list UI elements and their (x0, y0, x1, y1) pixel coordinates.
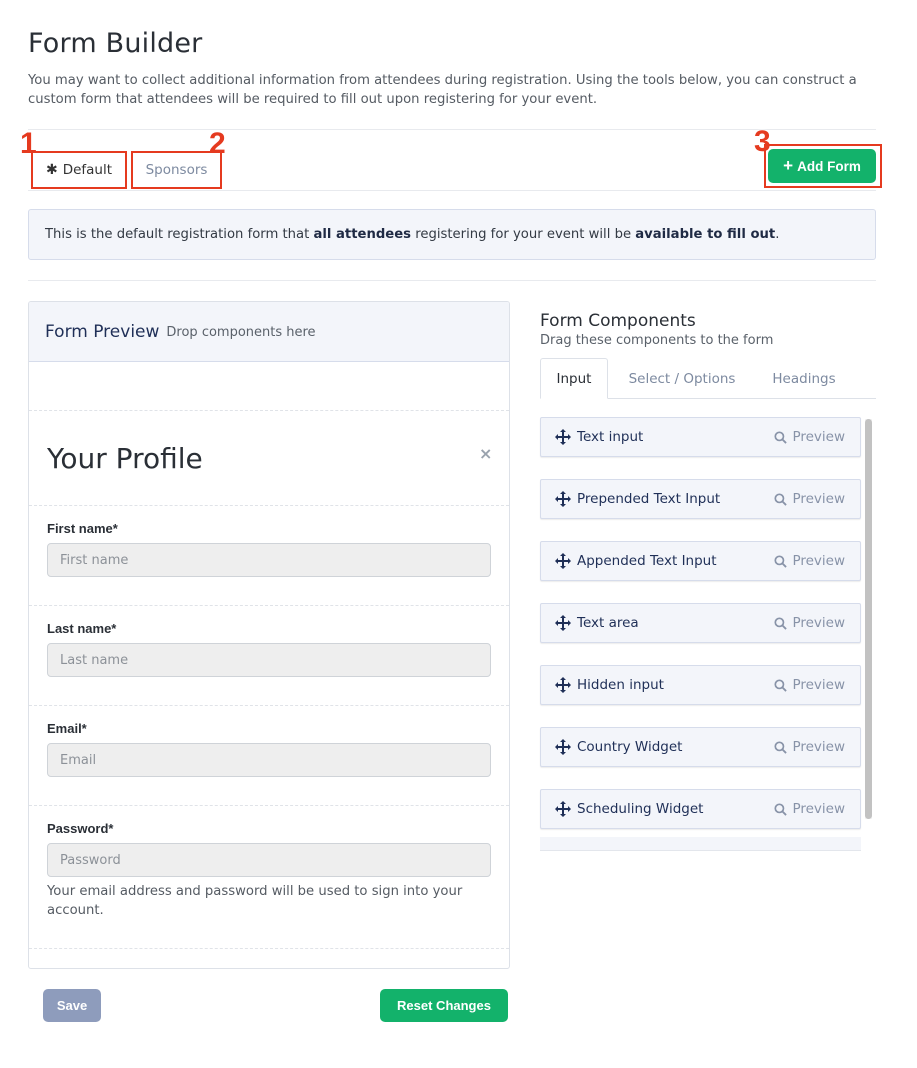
last-name-label: Last name* (47, 621, 117, 636)
component-item[interactable]: Appended Text Input Preview (540, 541, 861, 581)
first-name-label: First name* (47, 521, 118, 536)
password-input[interactable] (47, 843, 491, 877)
tab-headings[interactable]: Headings (760, 358, 848, 399)
preview-link[interactable]: Preview (774, 429, 845, 445)
component-scrollbar[interactable] (865, 419, 872, 819)
email-label: Email* (47, 721, 87, 736)
search-icon (774, 430, 788, 444)
form-components-subtitle: Drag these components to the form (540, 333, 774, 348)
info-emphasis: available to fill out (635, 227, 776, 242)
page-title: Form Builder (28, 28, 203, 59)
preview-label: Preview (792, 429, 845, 445)
preview-link[interactable]: Preview (774, 801, 845, 817)
field-divider (29, 605, 509, 606)
move-icon (555, 801, 571, 817)
component-name: Appended Text Input (577, 553, 717, 569)
form-preview-hint: Drop components here (166, 325, 316, 340)
component-item[interactable]: Hidden input Preview (540, 665, 861, 705)
tab-default-label: Default (62, 162, 113, 178)
preview-label: Preview (792, 677, 845, 693)
move-icon (555, 429, 571, 445)
tab-input[interactable]: Input (540, 358, 608, 399)
component-list-footer (540, 837, 861, 851)
default-form-info: This is the default registration form th… (28, 209, 876, 260)
preview-label: Preview (792, 553, 845, 569)
info-text: This is the default registration form th… (45, 227, 314, 242)
save-button[interactable]: Save (43, 989, 101, 1022)
plus-icon: + (783, 156, 794, 175)
first-name-input[interactable] (47, 543, 491, 577)
asterisk-icon: ✱ (45, 162, 58, 178)
preview-link[interactable]: Preview (774, 739, 845, 755)
component-name: Text area (577, 615, 639, 631)
component-name: Text input (577, 429, 644, 445)
preview-link[interactable]: Preview (774, 615, 845, 631)
search-icon (774, 740, 788, 754)
field-divider (29, 948, 509, 949)
field-divider (29, 705, 509, 706)
component-item[interactable]: Text area Preview (540, 603, 861, 643)
email-input[interactable] (47, 743, 491, 777)
component-item[interactable]: Prepended Text Input Preview (540, 479, 861, 519)
move-icon (555, 615, 571, 631)
search-icon (774, 616, 788, 630)
preview-link[interactable]: Preview (774, 553, 845, 569)
preview-link[interactable]: Preview (774, 491, 845, 507)
form-preview-title: Form Preview (45, 321, 160, 342)
form-heading: Your Profile (47, 442, 203, 475)
preview-label: Preview (792, 739, 845, 755)
move-icon (555, 553, 571, 569)
component-item[interactable]: Text input Preview (540, 417, 861, 457)
preview-link[interactable]: Preview (774, 677, 845, 693)
component-name: Scheduling Widget (577, 801, 704, 817)
move-icon (555, 677, 571, 693)
tab-default[interactable]: ✱ Default (31, 151, 127, 189)
close-icon[interactable]: × (479, 444, 492, 463)
move-icon (555, 491, 571, 507)
drop-zone-divider (29, 410, 509, 411)
search-icon (774, 554, 788, 568)
form-preview-panel[interactable]: Form Preview Drop components here Your P… (28, 301, 510, 969)
info-text: . (775, 227, 780, 242)
form-preview-header: Form Preview Drop components here (29, 302, 509, 362)
field-divider (29, 805, 509, 806)
info-emphasis: all attendees (313, 227, 412, 242)
add-form-button[interactable]: + Add Form (768, 149, 876, 183)
add-form-label: Add Form (797, 158, 861, 174)
password-label: Password* (47, 821, 114, 836)
move-icon (555, 739, 571, 755)
field-divider (29, 505, 509, 506)
info-text: registering for your event will be (411, 227, 636, 242)
component-item[interactable]: Country Widget Preview (540, 727, 861, 767)
tab-select-options[interactable]: Select / Options (614, 358, 750, 399)
search-icon (774, 678, 788, 692)
component-name: Prepended Text Input (577, 491, 721, 507)
page-description: You may want to collect additional infor… (28, 73, 857, 107)
component-name: Hidden input (577, 677, 664, 693)
reset-changes-button[interactable]: Reset Changes (380, 989, 508, 1022)
preview-label: Preview (792, 491, 845, 507)
form-components-title: Form Components (540, 311, 696, 331)
section-divider (28, 280, 876, 281)
tabs-baseline (28, 190, 876, 191)
last-name-input[interactable] (47, 643, 491, 677)
tab-sponsors[interactable]: Sponsors (131, 151, 222, 189)
password-help-text: Your email address and password will be … (47, 884, 463, 918)
preview-label: Preview (792, 801, 845, 817)
preview-label: Preview (792, 615, 845, 631)
search-icon (774, 802, 788, 816)
component-name: Country Widget (577, 739, 683, 755)
tab-sponsors-label: Sponsors (145, 162, 208, 178)
divider (28, 129, 876, 130)
component-item[interactable]: Scheduling Widget Preview (540, 789, 861, 829)
search-icon (774, 492, 788, 506)
